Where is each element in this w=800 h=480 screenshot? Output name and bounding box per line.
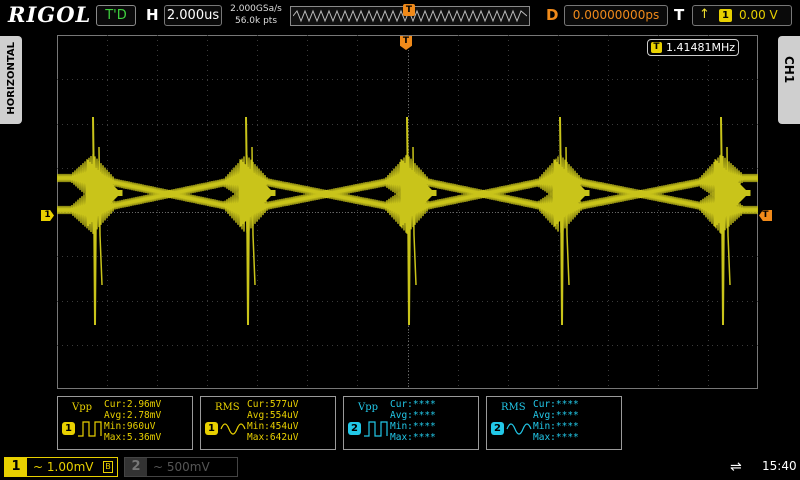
measurement-maximum: Max:****: [390, 432, 436, 443]
measurement-average: Avg:****: [533, 410, 579, 421]
waveform-graticule: [57, 35, 758, 389]
measurement-current: Cur:577uV: [247, 399, 299, 410]
measurement-panel-2[interactable]: RMS 1 Cur:577uV Avg:554uV Min:454uV Max:…: [200, 396, 336, 450]
measurement-name: Vpp: [358, 402, 379, 413]
horizontal-menu-tab[interactable]: HORIZONTAL: [0, 36, 22, 124]
measurement-current: Cur:****: [533, 399, 579, 410]
ch1-trace-spike: [559, 116, 564, 326]
measurement-panel-1[interactable]: Vpp 1 Cur:2.96mV Avg:2.78mV Min:960uV Ma…: [57, 396, 193, 450]
top-status-bar: RIGOL T'D H 2.000us 2.000GSa/s 56.0k pts…: [0, 0, 800, 32]
trigger-level: 0.00 V: [739, 8, 778, 22]
ch1-number: 1: [5, 458, 27, 476]
memory-depth: 56.0k pts: [234, 16, 278, 26]
measurement-maximum: Max:****: [533, 432, 579, 443]
rigol-logo: RIGOL: [8, 2, 92, 27]
pulse-waveform-icon: [364, 421, 388, 437]
measurement-current: Cur:****: [390, 399, 436, 410]
bottom-status-bar: 1 ~ 1.00mV B 2 ~ 500mV ⇌ 15:40: [0, 454, 800, 480]
ch2-number: 2: [125, 458, 147, 476]
sine-waveform-icon: [220, 423, 246, 435]
channel-badge: 1: [62, 422, 75, 435]
measurement-panel-4[interactable]: RMS 2 Cur:**** Avg:**** Min:**** Max:***…: [486, 396, 622, 450]
rising-edge-icon: ↑: [699, 7, 710, 22]
ch1-trace-spike: [92, 116, 97, 326]
delay-label: D: [546, 6, 559, 24]
measurement-panel-3[interactable]: Vpp 2 Cur:**** Avg:**** Min:**** Max:***…: [343, 396, 479, 450]
measurement-average: Avg:****: [390, 410, 436, 421]
sine-waveform-icon: [506, 423, 532, 435]
frequency-counter: T 1.41481MHz: [647, 39, 739, 56]
measurement-minimum: Min:960uV: [104, 421, 156, 432]
ch1-vertical-scale: ~ 1.00mV: [33, 460, 94, 474]
trigger-settings[interactable]: ↑ 1 0.00 V: [692, 5, 792, 26]
trigger-source-badge: 1: [719, 9, 732, 22]
sample-rate: 2.000GSa/s: [230, 4, 282, 14]
usb-icon: ⇌: [730, 459, 742, 475]
bandwidth-limit-icon: B: [103, 461, 113, 473]
measurement-minimum: Min:****: [390, 421, 436, 432]
trigger-label: T: [674, 6, 685, 24]
measurement-maximum: Max:642uV: [247, 432, 299, 443]
ch1-offset-marker[interactable]: 1: [41, 210, 54, 221]
measurement-name: RMS: [501, 402, 526, 413]
channel-badge: 2: [491, 422, 504, 435]
system-clock: 15:40: [762, 459, 797, 473]
ch1-trace-spike: [245, 116, 250, 326]
measurement-name: RMS: [215, 402, 240, 413]
measurement-minimum: Min:****: [533, 421, 579, 432]
delay-value[interactable]: 0.00000000ps: [564, 5, 668, 26]
ch2-scale-button[interactable]: 2 ~ 500mV: [124, 457, 238, 477]
measurement-minimum: Min:454uV: [247, 421, 299, 432]
measurement-maximum: Max:5.36mV: [104, 432, 162, 443]
measurement-average: Avg:2.78mV: [104, 410, 162, 421]
pulse-waveform-icon: [78, 421, 102, 437]
ch1-scale-button[interactable]: 1 ~ 1.00mV B: [4, 457, 118, 477]
measurement-average: Avg:554uV: [247, 410, 299, 421]
measurement-name: Vpp: [72, 402, 93, 413]
ch1-trace-spike: [406, 116, 411, 326]
horizontal-label: H: [146, 6, 159, 24]
ch1-menu-tab[interactable]: CH1: [778, 36, 800, 124]
ch1-trace-spike: [720, 116, 725, 326]
frequency-value: 1.41481MHz: [666, 41, 736, 54]
measurement-current: Cur:2.96mV: [104, 399, 162, 410]
ch2-vertical-scale: ~ 500mV: [153, 460, 210, 474]
frequency-counter-badge: T: [651, 42, 662, 53]
trigger-level-marker[interactable]: T: [759, 210, 772, 221]
waveform-display[interactable]: [57, 35, 758, 389]
channel-badge: 1: [205, 422, 218, 435]
channel-badge: 2: [348, 422, 361, 435]
memory-overview-bar[interactable]: T: [290, 4, 530, 26]
acquisition-info: 2.000GSa/s 56.0k pts: [226, 3, 286, 27]
memory-trigger-marker: T: [403, 4, 415, 16]
run-status-badge[interactable]: T'D: [96, 5, 136, 26]
timebase-value[interactable]: 2.000us: [164, 5, 222, 26]
